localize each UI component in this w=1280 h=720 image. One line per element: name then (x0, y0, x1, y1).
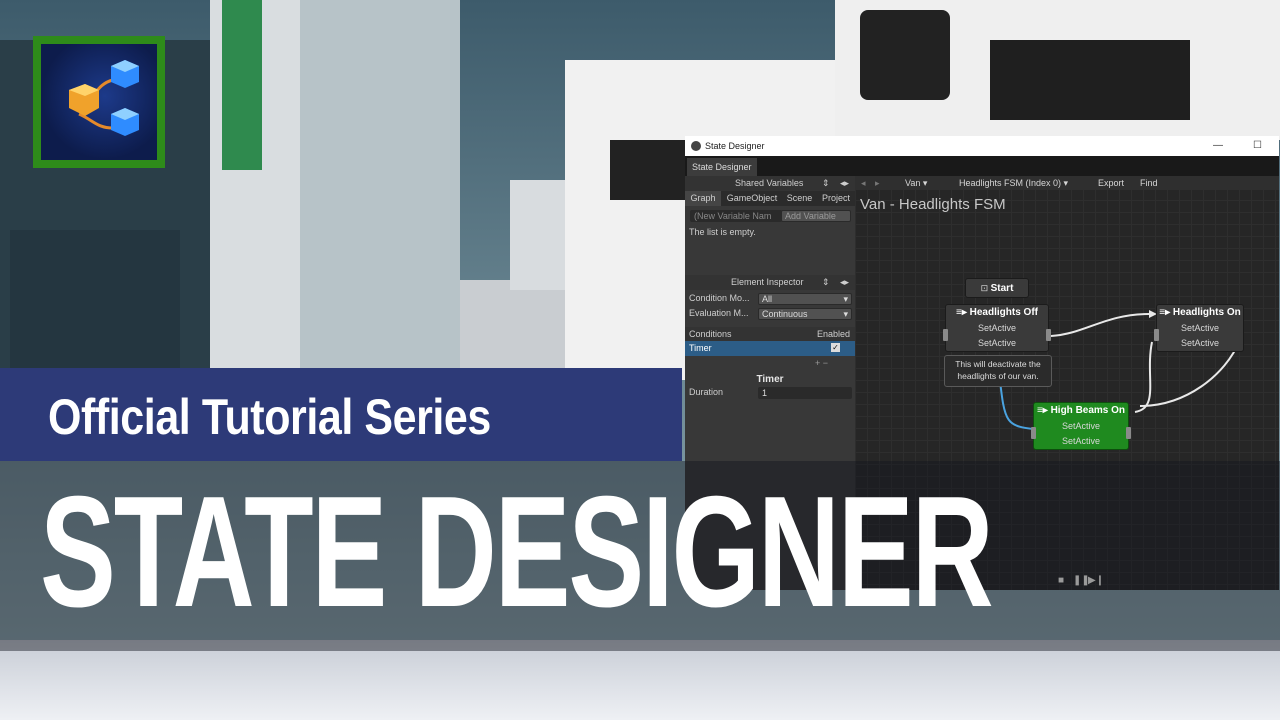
step-icon[interactable]: ▶❙ (1088, 575, 1104, 586)
action-item: SetActive (977, 323, 1017, 333)
start-label: Start (990, 283, 1014, 294)
condition-item-label: Timer (689, 343, 712, 353)
element-inspector-label: Element Inspector (731, 277, 804, 287)
state-node-high-beams-on[interactable]: ≡▸ High Beams On SetActive SetActive (1031, 402, 1131, 450)
tab-state-designer[interactable]: State Designer (687, 158, 757, 176)
minimize-icon[interactable]: — (1213, 136, 1223, 156)
state-node-headlights-off[interactable]: ≡▸ Headlights Off SetActive SetActive (943, 304, 1051, 352)
state-node-title-text: Headlights On (1172, 307, 1241, 318)
evaluation-mode-value: Continuous (762, 309, 808, 319)
duration-label: Duration (689, 387, 724, 397)
state-node-title-text: High Beams On (1050, 405, 1126, 416)
window-titlebar: State Designer — ☐ (685, 136, 1279, 156)
action-item: SetActive (1061, 436, 1101, 446)
chevron-down-icon: ▾ (843, 294, 848, 304)
add-remove-buttons[interactable]: + − (815, 356, 828, 371)
action-item: SetActive (977, 338, 1017, 348)
panel-tabs: Graph GameObject Scene Project (685, 191, 855, 206)
output-pin[interactable] (1126, 427, 1131, 439)
tab-gameobject[interactable]: GameObject (722, 191, 782, 206)
evaluation-mode-row: Evaluation M... Continuous ▾ (685, 306, 855, 321)
condition-mode-value: All (762, 294, 773, 304)
start-icon: ⊡ (980, 283, 991, 293)
state-node-title: ≡▸ Headlights On (1159, 307, 1241, 318)
tab-graph[interactable]: Graph (685, 191, 721, 206)
duration-input[interactable]: 1 (758, 387, 852, 399)
subtitle-text: Official Tutorial Series (48, 389, 491, 445)
condition-mode-dropdown[interactable]: All ▾ (758, 293, 852, 305)
state-node-title: ≡▸ Headlights Off (956, 307, 1038, 318)
note-card[interactable]: This will deactivate the headlights of o… (944, 355, 1052, 387)
add-variable-dropdown[interactable]: Add Variable (781, 210, 851, 222)
maximize-icon[interactable]: ☐ (1253, 136, 1262, 156)
state-node-title: ≡▸ High Beams On (1036, 405, 1126, 416)
sort-icon-2[interactable]: ⇕ (822, 275, 830, 290)
enabled-checkbox[interactable]: ✓ (831, 343, 840, 352)
tab-project[interactable]: Project (817, 191, 855, 206)
action-item: SetActive (1180, 338, 1220, 348)
condition-mode-row: Condition Mo... All ▾ (685, 291, 855, 306)
condition-mode-label: Condition Mo... (689, 293, 750, 303)
input-pin[interactable] (1031, 427, 1036, 439)
swap-icon-2[interactable]: ◂▸ (840, 275, 849, 290)
chevron-down-icon: ▾ (843, 309, 848, 319)
conditions-header: Conditions Enabled (685, 327, 855, 342)
stop-icon[interactable]: ■ (1058, 575, 1064, 586)
add-remove-row: + − (685, 356, 855, 371)
shared-variables-label: Shared Variables (735, 178, 804, 188)
start-node[interactable]: ⊡ Start (965, 278, 1029, 298)
output-pin[interactable] (1046, 329, 1051, 341)
action-item: SetActive (1061, 421, 1101, 431)
element-inspector-header: Element Inspector ⇕ ◂▸ (685, 275, 855, 290)
empty-list-text: The list is empty. (689, 227, 756, 237)
condition-item-timer[interactable]: Timer ✓ (685, 341, 855, 356)
conditions-label: Conditions (689, 329, 732, 339)
evaluation-mode-label: Evaluation M... (689, 308, 749, 318)
headline-text: STATE DESIGNER (40, 464, 994, 640)
shared-variables-header: Shared Variables ⇕ ◂▸ (685, 176, 855, 191)
duration-row: Duration 1 (685, 385, 855, 400)
input-pin[interactable] (943, 329, 948, 341)
swap-icon[interactable]: ◂▸ (840, 176, 849, 191)
window-title: State Designer (705, 141, 765, 151)
state-node-headlights-on[interactable]: ≡▸ Headlights On SetActive SetActive (1154, 304, 1244, 352)
editor-tab-strip: State Designer (685, 156, 1279, 176)
enabled-label: Enabled (817, 329, 851, 339)
unity-icon (691, 141, 701, 151)
input-pin[interactable] (1154, 329, 1159, 341)
new-variable-input[interactable]: (New Variable Nam (690, 210, 782, 222)
action-item: SetActive (1180, 323, 1220, 333)
app-logo (33, 36, 165, 168)
evaluation-mode-dropdown[interactable]: Continuous ▾ (758, 308, 852, 320)
sort-icon[interactable]: ⇕ (822, 176, 830, 191)
new-variable-row: (New Variable Nam Add Variable (685, 208, 855, 223)
tab-scene[interactable]: Scene (782, 191, 817, 206)
cubes-icon (69, 60, 139, 136)
state-node-title-text: Headlights Off (969, 307, 1038, 318)
